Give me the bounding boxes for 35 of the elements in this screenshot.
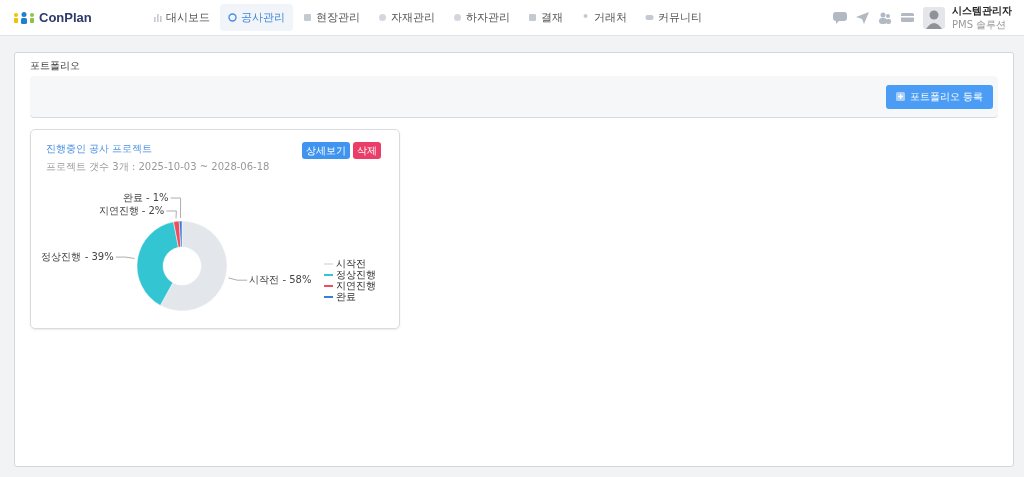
delete-button[interactable]: 삭제 bbox=[353, 142, 381, 159]
user-name: 시스템관리자 bbox=[952, 3, 1012, 18]
leader-line bbox=[115, 256, 135, 259]
nav-tab[interactable]: 대시보드 bbox=[145, 4, 218, 31]
nav-tab[interactable]: 거래처 bbox=[573, 4, 635, 31]
user-role: PMS 솔루션 bbox=[952, 17, 1008, 32]
nav-tab[interactable]: 자재관리 bbox=[370, 4, 443, 31]
circle-icon bbox=[378, 13, 387, 22]
legend-label[interactable]: 정상진행 bbox=[336, 269, 376, 280]
people-logo-icon bbox=[13, 11, 35, 24]
users-icon[interactable] bbox=[878, 11, 892, 24]
nav-tab[interactable]: 하자관리 bbox=[445, 4, 518, 31]
send-icon[interactable] bbox=[856, 11, 869, 24]
project-title[interactable]: 진행중인 공사 프로젝트 bbox=[46, 142, 270, 156]
page-title: 포트폴리오 bbox=[30, 59, 81, 73]
ring-icon bbox=[228, 13, 237, 22]
nav-tab[interactable]: 결재 bbox=[520, 4, 571, 31]
legend-label[interactable]: 시작전 bbox=[336, 258, 366, 269]
nav-tab[interactable]: 커뮤니티 bbox=[637, 4, 710, 31]
slice-label: 지연진행 - 2% bbox=[98, 205, 165, 216]
leader-line bbox=[228, 277, 248, 281]
brand-name[interactable]: ConPlan bbox=[39, 10, 92, 25]
plus-icon bbox=[895, 92, 905, 101]
circle-icon bbox=[453, 13, 462, 22]
slice-label: 완료 - 1% bbox=[122, 192, 169, 203]
legend-label[interactable]: 지연진행 bbox=[336, 280, 376, 291]
nav-tab[interactable]: 공사관리 bbox=[220, 4, 293, 31]
nav-tab[interactable]: 현장관리 bbox=[295, 4, 368, 31]
card-icon[interactable] bbox=[901, 13, 914, 22]
slice-label: 시작전 - 58% bbox=[249, 274, 312, 286]
avatar-icon[interactable] bbox=[923, 6, 945, 29]
project-summary: 프로젝트 갯수 3개 : 2025-10-03 ~ 2028-06-18 bbox=[46, 160, 270, 174]
slice-label: 정상진행 - 39% bbox=[41, 251, 114, 263]
legend-label[interactable]: 완료 bbox=[336, 291, 356, 302]
bar-chart-icon bbox=[153, 13, 162, 22]
